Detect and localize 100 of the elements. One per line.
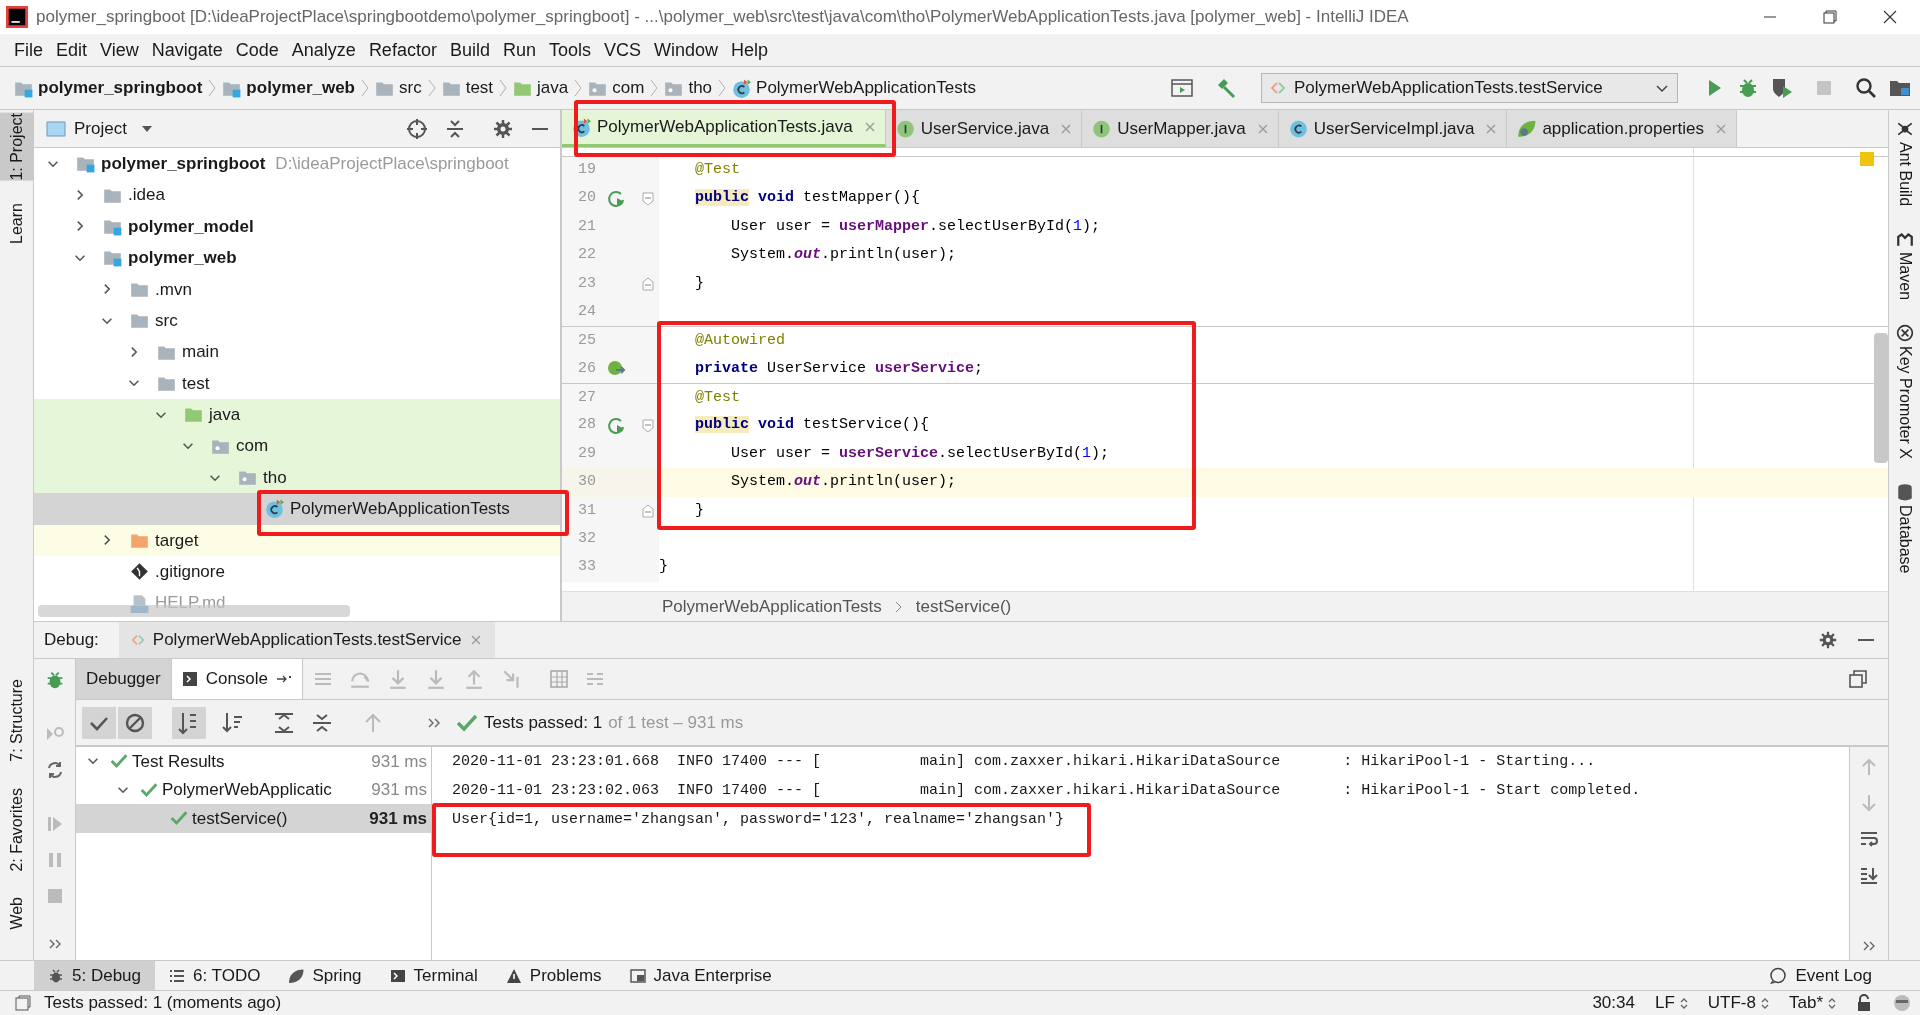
tool-window-button[interactable]: 6: TODO (155, 961, 275, 990)
show-passed-icon[interactable] (82, 706, 116, 739)
panel-tab[interactable]: Debugger (76, 659, 172, 699)
restore-layout-icon[interactable] (1848, 669, 1868, 689)
tool-window-tab[interactable]: Maven (1892, 252, 1917, 301)
tool-window-tab[interactable]: 7: Structure (0, 679, 33, 762)
show-ignored-icon[interactable] (118, 706, 152, 739)
tool-window-button[interactable]: Terminal (375, 961, 492, 990)
code-line: User user = userMapper.selectUserById(1); (730, 216, 1101, 237)
tree-item[interactable]: com (34, 430, 560, 462)
menu-item[interactable]: VCS (598, 34, 647, 66)
cursor-position[interactable]: 30:34 (1592, 990, 1635, 1015)
tree-item[interactable]: tho (34, 461, 560, 494)
tool-window-button[interactable]: 5: Debug (34, 961, 155, 990)
inspector-icon[interactable] (1892, 993, 1912, 1013)
tree-item[interactable]: .gitignore (34, 556, 560, 588)
breadcrumb-item[interactable]: src (375, 75, 422, 101)
editor-tab[interactable]: UserMapper.java (1082, 110, 1279, 147)
sort-alphabetically-icon[interactable] (172, 706, 206, 739)
tree-item[interactable]: PolymerWebApplicationTests (34, 493, 560, 525)
tool-window-button[interactable]: Java Enterprise (615, 961, 786, 990)
sort-by-duration-icon[interactable] (220, 710, 244, 735)
tree-item[interactable]: java (34, 399, 560, 431)
editor-tab[interactable]: PolymerWebApplicationTests.java (562, 110, 886, 147)
panel-tab[interactable]: Console (171, 659, 304, 699)
test-tree-item[interactable]: Test Results 931 ms (76, 747, 431, 776)
editor-tab[interactable]: UserService.java (885, 110, 1083, 147)
tool-window-tab[interactable]: Key Promoter X (1892, 346, 1917, 459)
tree-item[interactable]: src (34, 304, 560, 337)
menu-item[interactable]: Tools (542, 34, 597, 66)
layout-icon[interactable] (1171, 78, 1193, 98)
menu-item[interactable]: Code (229, 34, 285, 66)
tree-item[interactable]: .idea (34, 179, 560, 211)
tree-item[interactable]: polymer_springboot D:\ideaProjectPlace\springboot (34, 148, 560, 180)
line-number: 24 (577, 301, 596, 322)
breadcrumb-item[interactable]: polymer_springboot (14, 75, 203, 101)
indent-selector[interactable]: Tab* (1788, 990, 1836, 1015)
menu-item[interactable]: View (94, 34, 145, 66)
breadcrumb-item[interactable]: PolymerWebApplicationTests (662, 593, 882, 620)
run-test-icon[interactable] (606, 188, 626, 209)
breadcrumb-item[interactable]: testService() (915, 593, 1012, 620)
tool-window-tab[interactable]: Database (1892, 505, 1917, 574)
configuration-icon (130, 632, 145, 648)
breadcrumb-item[interactable]: tho (664, 75, 713, 101)
breadcrumb-item[interactable]: com (588, 75, 645, 101)
settings-icon[interactable] (492, 117, 514, 140)
breadcrumb-item[interactable]: polymer_web (222, 75, 355, 101)
menu-item[interactable]: Run (496, 34, 542, 66)
test-tree-item[interactable]: PolymerWebApplicatic 931 ms (76, 775, 431, 804)
view-selector[interactable]: Project (74, 115, 153, 142)
tool-window-tab[interactable]: 1: Project (0, 113, 33, 181)
session-tab[interactable]: PolymerWebApplicationTests.testService (118, 622, 496, 658)
settings-icon[interactable] (1818, 630, 1838, 650)
lock-icon[interactable] (1856, 994, 1872, 1012)
menu-item[interactable]: Analyze (285, 34, 362, 66)
menu-item[interactable]: Navigate (145, 34, 229, 66)
code-line: System.out.println(user); (730, 245, 957, 266)
menu-item[interactable]: Refactor (362, 34, 443, 66)
tool-window-tab[interactable]: Web (0, 897, 33, 930)
breadcrumb-item[interactable]: PolymerWebApplicationTests (732, 75, 976, 101)
tool-window-button[interactable]: Spring (274, 961, 376, 990)
menu-item[interactable]: Build (443, 34, 496, 66)
collapse-all-icon[interactable] (444, 117, 466, 140)
breadcrumb-item[interactable]: test (441, 75, 494, 101)
tree-item-label: target (155, 529, 199, 552)
soft-wrap-icon[interactable] (1859, 829, 1879, 849)
test-tree-item[interactable]: testService() 931 ms (76, 804, 431, 833)
tool-window-button[interactable]: Problems (491, 961, 616, 990)
search-icon[interactable] (1854, 76, 1878, 100)
event-log-button[interactable]: Event Log (1769, 962, 1872, 989)
menu-item[interactable]: Window (648, 34, 725, 66)
line-number: 31 (577, 500, 596, 521)
panel-toggle-icon[interactable] (14, 994, 32, 1012)
tool-window-tab[interactable]: Ant Build (1892, 142, 1917, 207)
run-test-icon[interactable] (606, 415, 626, 436)
line-number: 33 (577, 557, 596, 578)
tree-item[interactable]: polymer_model (34, 210, 560, 243)
breadcrumb-item[interactable]: java (513, 75, 569, 101)
encoding-selector[interactable]: UTF-8 (1707, 990, 1769, 1015)
tool-window-tab[interactable]: 2: Favorites (0, 787, 33, 872)
tool-window-tab[interactable]: Learn (0, 202, 33, 244)
test-duration: 931 ms (369, 807, 428, 830)
tree-item[interactable]: polymer_web (34, 242, 560, 274)
shield-run-icon[interactable] (1770, 76, 1794, 100)
tree-item[interactable]: .mvn (34, 273, 560, 305)
menu-item[interactable]: Edit (50, 34, 94, 66)
editor-tab[interactable]: UserServiceImpl.java (1278, 110, 1508, 147)
line-separator-selector[interactable]: LF (1654, 990, 1688, 1015)
tree-item[interactable]: main (34, 336, 560, 368)
locate-icon[interactable] (406, 117, 428, 140)
line-number: 29 (577, 443, 596, 464)
scrollbar[interactable] (1874, 333, 1888, 463)
tree-item[interactable]: test (34, 367, 560, 400)
expand-all-icon[interactable] (272, 710, 296, 735)
menu-item[interactable]: File (8, 34, 49, 66)
menu-item[interactable]: Help (725, 34, 775, 66)
scroll-to-end-icon[interactable] (1859, 865, 1879, 885)
run-configuration-dropdown[interactable]: PolymerWebApplicationTests.testService (1261, 73, 1678, 103)
editor-tab[interactable]: application.properties (1507, 110, 1737, 147)
speech-bubble-icon (1769, 966, 1788, 985)
